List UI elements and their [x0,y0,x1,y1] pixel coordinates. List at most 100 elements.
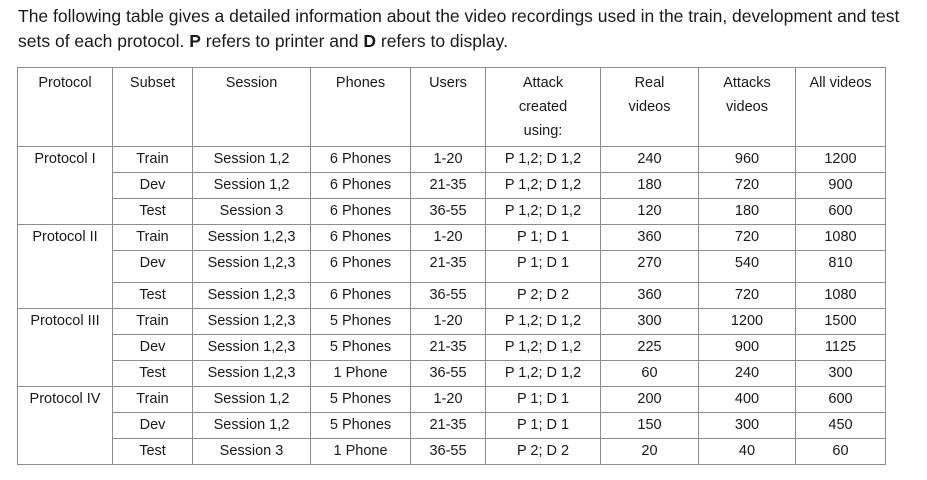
cell-attacks: 960 [698,146,796,173]
cell-real: 60 [600,360,699,387]
cell-subset: Test [112,438,193,465]
cell-all: 1125 [795,334,886,361]
cell-subset: Train [112,308,193,335]
header-phones: Phones [310,67,411,147]
cell-users: 36-55 [410,360,486,387]
cell-attacks: 180 [698,198,796,225]
cell-all: 810 [795,250,886,283]
cell-protocol [17,360,113,387]
header-all-videos: All videos [795,67,886,147]
table-row: Test Session 1,2,3 6 Phones 36-55 P 2; D 2 36… [17,282,886,309]
cell-attack: P 1; D 1 [485,250,601,283]
cell-attack: P 1,2; D 1,2 [485,146,601,173]
cell-attack: P 1; D 1 [485,224,601,251]
cell-all: 60 [795,438,886,465]
header-attack-line1: Attack [522,75,564,91]
header-session: Session [192,67,311,147]
cell-protocol [17,282,113,309]
cell-session: Session 1,2 [192,386,311,413]
cell-users: 21-35 [410,250,486,283]
cell-phones: 5 Phones [310,334,411,361]
intro-display-letter: D [363,31,376,51]
cell-attacks: 40 [698,438,796,465]
cell-real: 20 [600,438,699,465]
table-row: Test Session 36 Phones 36-55 P 1,2; D 1,2 12… [17,198,886,225]
cell-subset: Train [112,386,193,413]
cell-attacks: 720 [698,282,796,309]
cell-users: 21-35 [410,412,486,439]
cell-real: 150 [600,412,699,439]
cell-users: 1-20 [410,146,486,173]
cell-all: 1500 [795,308,886,335]
cell-all: 1080 [795,224,886,251]
cell-phones: 6 Phones [310,146,411,173]
cell-users: 1-20 [410,224,486,251]
cell-phones: 6 Phones [310,224,411,251]
cell-attacks: 720 [698,224,796,251]
cell-attacks: 720 [698,172,796,199]
cell-users: 36-55 [410,282,486,309]
cell-subset: Train [112,146,193,173]
cell-phones: 5 Phones [310,412,411,439]
cell-all: 900 [795,172,886,199]
table-row: Test Session 31 Phone 36-55 P 2; D 2 20 40 60 [17,438,886,465]
cell-real: 200 [600,386,699,413]
header-protocol-label: Protocol [38,75,92,91]
cell-session: Session 1,2,3 [192,308,311,335]
cell-real: 120 [600,198,699,225]
cell-subset: Test [112,282,193,309]
cell-users: 36-55 [410,438,486,465]
cell-attack: P 2; D 2 [485,438,601,465]
header-users-label: Users [429,75,467,91]
cell-session: Session 1,2,3 [192,224,311,251]
cell-attack: P 1,2; D 1,2 [485,308,601,335]
table-row: Dev Session 1,2,3 5 Phones 21-35 P 1,2; D 1,… [17,334,886,361]
cell-all: 300 [795,360,886,387]
cell-session: Session 1,2,3 [192,250,311,283]
cell-real: 270 [600,250,699,283]
cell-session: Session 1,2,3 [192,360,311,387]
cell-real: 360 [600,224,699,251]
header-session-label: Session [225,75,278,91]
cell-all: 450 [795,412,886,439]
cell-users: 1-20 [410,308,486,335]
cell-all: 1200 [795,146,886,173]
header-attack-line3: using: [523,123,563,139]
cell-attacks: 540 [698,250,796,283]
cell-phones: 5 Phones [310,308,411,335]
table-row: Dev Session 1,2,3 6 Phones 21-35 P 1; D 1 270… [17,250,886,283]
table-row: Test Session 1,2,3 1 Phone 36-55 P 1,2; D 1,… [17,360,886,387]
cell-phones: 5 Phones [310,386,411,413]
cell-subset: Dev [112,412,193,439]
cell-attacks: 400 [698,386,796,413]
header-users: Users [410,67,486,147]
header-attacks-line2: videos [726,99,768,115]
cell-session: Session 1,2,3 [192,282,311,309]
cell-attack: P 1; D 1 [485,386,601,413]
cell-phones: 6 Phones [310,172,411,199]
cell-protocol [17,334,113,361]
cell-protocol [17,250,113,283]
cell-attack: P 1; D 1 [485,412,601,439]
cell-phones: 1 Phone [310,438,411,465]
header-real-line1: Real [634,75,665,91]
cell-protocol [17,412,113,439]
intro-paragraph: The following table gives a detailed inf… [18,4,918,54]
cell-all: 1080 [795,282,886,309]
cell-users: 21-35 [410,172,486,199]
table-row: Protocol III Train Session 1,2,3 5 Phones 1-… [17,308,886,335]
table-header-row: Protocol Subset Session Phones Users Att… [17,67,886,147]
table-row: Dev Session 1,2 6 Phones 21-35 P 1,2; D 1,2 1… [17,172,886,199]
cell-phones: 6 Phones [310,282,411,309]
cell-protocol: Protocol III [17,308,113,335]
table-row: Dev Session 1,2 5 Phones 21-35 P 1; D 1 150 30… [17,412,886,439]
cell-attack: P 1,2; D 1,2 [485,172,601,199]
cell-protocol [17,438,113,465]
cell-protocol: Protocol I [17,146,113,173]
cell-attacks: 1200 [698,308,796,335]
header-attacks-videos: Attacks videos [698,67,796,147]
cell-real: 225 [600,334,699,361]
header-protocol: Protocol [17,67,113,147]
cell-phones: 1 Phone [310,360,411,387]
header-attacks-line1: Attacks [723,75,771,91]
